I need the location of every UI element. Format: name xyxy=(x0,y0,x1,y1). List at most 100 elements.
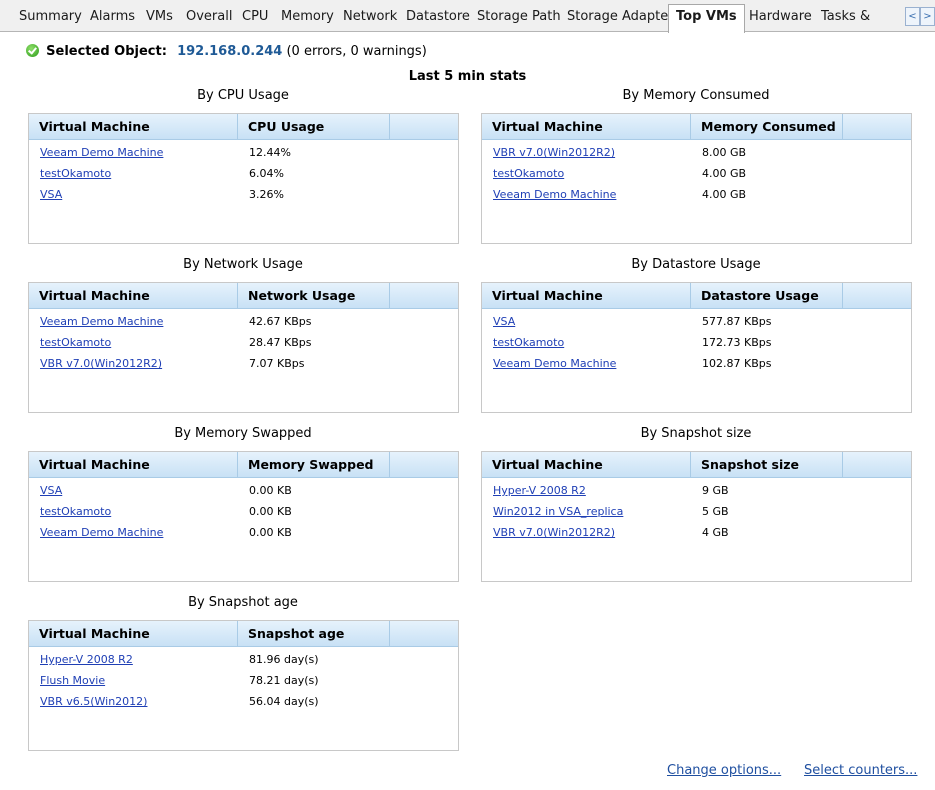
grid-header: Virtual Machine Datastore Usage xyxy=(482,283,911,309)
vm-link[interactable]: testOkamoto xyxy=(40,167,111,180)
grid-header: Virtual Machine Snapshot age xyxy=(29,621,458,647)
metric-value: 0.00 KB xyxy=(249,505,292,518)
metric-value: 12.44% xyxy=(249,146,291,159)
metric-value: 4.00 GB xyxy=(702,167,747,180)
vm-link[interactable]: Win2012 in VSA_replica xyxy=(493,505,623,518)
selected-object-line: Selected Object: 192.168.0.244 (0 errors… xyxy=(26,44,427,59)
tab-storage-adapter[interactable]: Storage Adapter xyxy=(563,7,678,32)
grid-snapshot-age: Virtual Machine Snapshot age Hyper-V 200… xyxy=(28,620,459,751)
panel-title-datastore-usage: By Datastore Usage xyxy=(631,257,761,272)
grid-header: Virtual Machine Network Usage xyxy=(29,283,458,309)
vm-link[interactable]: VBR v7.0(Win2012R2) xyxy=(40,357,162,370)
vm-link[interactable]: Veeam Demo Machine xyxy=(40,315,163,328)
column-header-metric[interactable]: Network Usage xyxy=(238,283,390,309)
metric-value: 0.00 KB xyxy=(249,484,292,497)
table-row: Veeam Demo Machine 102.87 KBps xyxy=(482,353,911,374)
grid-memory-swapped: Virtual Machine Memory Swapped VSA 0.00 … xyxy=(28,451,459,582)
column-header-metric[interactable]: Snapshot size xyxy=(691,452,843,478)
table-row: testOkamoto 172.73 KBps xyxy=(482,332,911,353)
select-counters-link[interactable]: Select counters... xyxy=(804,763,917,778)
vm-link[interactable]: VBR v7.0(Win2012R2) xyxy=(493,146,615,159)
vm-link[interactable]: testOkamoto xyxy=(493,336,564,349)
metric-value: 172.73 KBps xyxy=(702,336,772,349)
column-header-vm[interactable]: Virtual Machine xyxy=(29,621,238,647)
vm-link[interactable]: Flush Movie xyxy=(40,674,105,687)
vm-link[interactable]: Veeam Demo Machine xyxy=(493,357,616,370)
panel-title-cpu-usage: By CPU Usage xyxy=(197,88,289,103)
change-options-link[interactable]: Change options... xyxy=(667,763,781,778)
metric-value: 6.04% xyxy=(249,167,284,180)
column-header-vm[interactable]: Virtual Machine xyxy=(482,283,691,309)
tab-cpu[interactable]: CPU xyxy=(238,7,272,32)
scroll-left-icon[interactable]: < xyxy=(905,7,920,26)
tab-alarms[interactable]: Alarms xyxy=(86,7,139,32)
panel-title-snapshot-age: By Snapshot age xyxy=(188,595,298,610)
grid-memory-consumed: Virtual Machine Memory Consumed VBR v7.0… xyxy=(481,113,912,244)
column-header-vm[interactable]: Virtual Machine xyxy=(29,452,238,478)
metric-value: 78.21 day(s) xyxy=(249,674,319,687)
vm-link[interactable]: Veeam Demo Machine xyxy=(40,146,163,159)
column-header-vm[interactable]: Virtual Machine xyxy=(482,452,691,478)
table-row: Hyper-V 2008 R2 81.96 day(s) xyxy=(29,649,458,670)
selected-object-label: Selected Object: xyxy=(46,44,167,59)
grid-network-usage: Virtual Machine Network Usage Veeam Demo… xyxy=(28,282,459,413)
grid-header: Virtual Machine CPU Usage xyxy=(29,114,458,140)
table-row: Veeam Demo Machine 4.00 GB xyxy=(482,184,911,205)
metric-value: 81.96 day(s) xyxy=(249,653,319,666)
table-row: testOkamoto 0.00 KB xyxy=(29,501,458,522)
tab-hardware[interactable]: Hardware xyxy=(745,7,816,32)
vm-link[interactable]: VSA xyxy=(40,484,62,497)
vm-link[interactable]: Veeam Demo Machine xyxy=(493,188,616,201)
column-header-vm[interactable]: Virtual Machine xyxy=(482,114,691,140)
vm-link[interactable]: Hyper-V 2008 R2 xyxy=(40,653,133,666)
metric-value: 3.26% xyxy=(249,188,284,201)
vm-link[interactable]: VBR v6.5(Win2012) xyxy=(40,695,147,708)
column-header-metric[interactable]: CPU Usage xyxy=(238,114,390,140)
vm-link[interactable]: Hyper-V 2008 R2 xyxy=(493,484,586,497)
success-check-icon xyxy=(26,44,39,57)
tab-memory[interactable]: Memory xyxy=(277,7,338,32)
column-header-metric[interactable]: Memory Consumed xyxy=(691,114,843,140)
metric-value: 5 GB xyxy=(702,505,729,518)
column-header-metric[interactable]: Snapshot age xyxy=(238,621,390,647)
tab-vms[interactable]: VMs xyxy=(142,7,177,32)
tab-top-vms[interactable]: Top VMs xyxy=(668,4,745,33)
table-row: VBR v7.0(Win2012R2) 8.00 GB xyxy=(482,142,911,163)
column-header-vm[interactable]: Virtual Machine xyxy=(29,283,238,309)
tab-tasks[interactable]: Tasks & xyxy=(817,7,874,32)
metric-value: 8.00 GB xyxy=(702,146,747,159)
table-row: VSA 0.00 KB xyxy=(29,480,458,501)
grid-header: Virtual Machine Memory Consumed xyxy=(482,114,911,140)
table-row: testOkamoto 6.04% xyxy=(29,163,458,184)
table-row: Win2012 in VSA_replica 5 GB xyxy=(482,501,911,522)
tab-bar: Summary Alarms VMs Overall CPU Memory Ne… xyxy=(0,0,935,33)
scroll-right-icon[interactable]: > xyxy=(920,7,935,26)
table-row: Flush Movie 78.21 day(s) xyxy=(29,670,458,691)
column-header-metric[interactable]: Memory Swapped xyxy=(238,452,390,478)
vm-link[interactable]: VBR v7.0(Win2012R2) xyxy=(493,526,615,539)
table-row: testOkamoto 28.47 KBps xyxy=(29,332,458,353)
stats-title: Last 5 min stats xyxy=(408,69,527,84)
table-row: VSA 3.26% xyxy=(29,184,458,205)
vm-link[interactable]: VSA xyxy=(493,315,515,328)
vm-link[interactable]: Veeam Demo Machine xyxy=(40,526,163,539)
tab-storage-path[interactable]: Storage Path xyxy=(473,7,565,32)
tab-summary[interactable]: Summary xyxy=(15,7,86,32)
column-header-metric[interactable]: Datastore Usage xyxy=(691,283,843,309)
table-row: VSA 577.87 KBps xyxy=(482,311,911,332)
panel-title-network-usage: By Network Usage xyxy=(183,257,303,272)
column-header-vm[interactable]: Virtual Machine xyxy=(29,114,238,140)
tab-datastore[interactable]: Datastore xyxy=(402,7,474,32)
selected-object-status: (0 errors, 0 warnings) xyxy=(286,44,427,59)
vm-link[interactable]: testOkamoto xyxy=(40,505,111,518)
metric-value: 7.07 KBps xyxy=(249,357,305,370)
vm-link[interactable]: testOkamoto xyxy=(493,167,564,180)
grid-header: Virtual Machine Memory Swapped xyxy=(29,452,458,478)
vm-link[interactable]: testOkamoto xyxy=(40,336,111,349)
metric-value: 4.00 GB xyxy=(702,188,747,201)
vm-link[interactable]: VSA xyxy=(40,188,62,201)
table-row: VBR v7.0(Win2012R2) 4 GB xyxy=(482,522,911,543)
tab-overall[interactable]: Overall xyxy=(182,7,236,32)
tab-network[interactable]: Network xyxy=(339,7,401,32)
table-row: testOkamoto 4.00 GB xyxy=(482,163,911,184)
